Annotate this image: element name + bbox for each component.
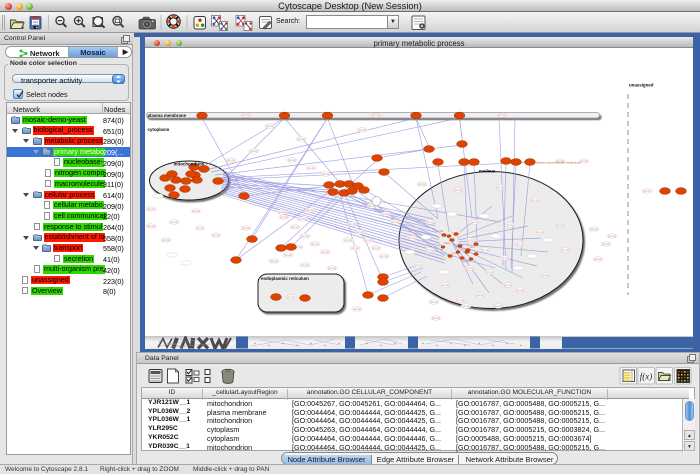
svg-text:[xx xx]: [xx xx] xyxy=(344,239,351,242)
svg-text:[xx xx]: [xx xx] xyxy=(284,254,291,257)
svg-text:unassigned: unassigned xyxy=(629,83,654,88)
svg-text:nucleus: nucleus xyxy=(479,169,496,174)
svg-text:cellular macromolecule metabol: cellular macromolecule metabolic pr xyxy=(536,160,581,164)
svg-text:[xx xx]: [xx xx] xyxy=(456,299,463,302)
svg-text:[xx xx]: [xx xx] xyxy=(471,221,478,224)
svg-text:[xx xx]: [xx xx] xyxy=(481,249,488,252)
svg-text:[xx xx]: [xx xx] xyxy=(356,231,363,234)
svg-text:plasma membrane: plasma membrane xyxy=(148,113,187,118)
svg-text:[xx xx]: [xx xx] xyxy=(372,114,379,117)
svg-text:[xx xx]: [xx xx] xyxy=(426,221,433,224)
svg-text:[xx xx]: [xx xx] xyxy=(372,247,379,250)
svg-text:[xx xx]: [xx xx] xyxy=(602,243,609,246)
svg-text:[xx xx]: [xx xx] xyxy=(147,225,154,228)
svg-text:xx-x: xx-x xyxy=(470,246,475,249)
svg-text:[xx xx]: [xx xx] xyxy=(496,186,503,189)
svg-text:[xx xx]: [xx xx] xyxy=(380,255,387,258)
svg-text:[xx xx]: [xx xx] xyxy=(541,274,548,277)
svg-text:[xx xx]: [xx xx] xyxy=(250,150,257,153)
svg-text:[xx xx]: [xx xx] xyxy=(498,114,505,117)
svg-text:endoplasmic reticulum: endoplasmic reticulum xyxy=(261,276,309,281)
svg-text:[xx xx]: [xx xx] xyxy=(516,243,523,246)
svg-text:[xx xx]: [xx xx] xyxy=(590,228,597,231)
svg-text:[xx xx]: [xx xx] xyxy=(430,301,437,304)
svg-text:[xx xx]: [xx xx] xyxy=(531,199,538,202)
svg-text:f(x): f(x) xyxy=(640,372,653,382)
svg-text:[xx xx]: [xx xx] xyxy=(212,234,219,237)
svg-text:[xx xx]: [xx xx] xyxy=(301,264,308,267)
svg-text:[xx xx]: [xx xx] xyxy=(426,249,433,252)
svg-text:[xx xx]: [xx xx] xyxy=(391,221,398,224)
svg-text:[xx xx]: [xx xx] xyxy=(408,237,415,240)
svg-text:mitochondrion: mitochondrion xyxy=(174,162,205,167)
svg-text:[xx xx]: [xx xx] xyxy=(242,114,249,117)
svg-text:[xx xx]: [xx xx] xyxy=(311,243,318,246)
svg-text:[xx xx]: [xx xx] xyxy=(288,159,295,162)
svg-text:[xx xx]: [xx xx] xyxy=(162,239,169,242)
svg-text:[xx xx]: [xx xx] xyxy=(306,209,313,212)
svg-text:[xx xx]: [xx xx] xyxy=(476,294,483,297)
svg-text:[xx xx]: [xx xx] xyxy=(494,305,501,308)
svg-text:[xx xx]: [xx xx] xyxy=(506,224,513,227)
svg-text:[xx xx]: [xx xx] xyxy=(516,289,523,292)
svg-text:[xx xx]: [xx xx] xyxy=(382,213,389,216)
svg-text:cytoplasm: cytoplasm xyxy=(148,127,170,132)
svg-text:[xx xx]: [xx xx] xyxy=(418,183,425,186)
svg-text:[xx xx]: [xx xx] xyxy=(297,138,304,141)
svg-text:[xx xx]: [xx xx] xyxy=(242,227,249,230)
svg-text:[xx xx]: [xx xx] xyxy=(147,208,154,211)
svg-text:[xx xx]: [xx xx] xyxy=(454,189,461,192)
svg-text:[xx xx]: [xx xx] xyxy=(414,264,421,267)
svg-text:[xx xx]: [xx xx] xyxy=(556,224,563,227)
svg-text:[xx xx]: [xx xx] xyxy=(643,190,650,193)
svg-text:xxx-xx: xxx-xx xyxy=(462,260,470,263)
svg-text:[xx xx]: [xx xx] xyxy=(278,211,285,214)
svg-text:[xx xx]: [xx xx] xyxy=(298,218,305,221)
svg-text:[xx xx]: [xx xx] xyxy=(280,216,287,219)
svg-text:[xx xx]: [xx xx] xyxy=(227,159,234,162)
svg-text:[xx xx]: [xx xx] xyxy=(441,284,448,287)
svg-text:[xx xx]: [xx xx] xyxy=(486,271,493,274)
svg-text:xx-xxx: xx-xxx xyxy=(436,230,444,233)
svg-text:[xx xx]: [xx xx] xyxy=(580,160,587,163)
svg-text:[xx xx]: [xx xx] xyxy=(466,239,473,242)
svg-text:[xx xx]: [xx xx] xyxy=(561,249,568,252)
svg-text:[xx xx]: [xx xx] xyxy=(301,235,308,238)
svg-text:[xx xx]: [xx xx] xyxy=(196,227,203,230)
svg-text:[xx xx]: [xx xx] xyxy=(266,125,273,128)
svg-text:[xx xx]: [xx xx] xyxy=(501,257,508,260)
svg-text:[xx xx]: [xx xx] xyxy=(307,167,314,170)
svg-text:[xx xx]: [xx xx] xyxy=(270,260,277,263)
svg-text:[xx xx]: [xx xx] xyxy=(594,258,601,261)
svg-text:xxx-x: xxx-x xyxy=(444,242,451,245)
svg-text:[xx xx]: [xx xx] xyxy=(328,267,335,270)
svg-text:[xx xx]: [xx xx] xyxy=(608,235,615,238)
svg-text:[xx xx]: [xx xx] xyxy=(322,173,329,176)
svg-text:[xx xx]: [xx xx] xyxy=(348,223,355,226)
svg-text:[xx xx]: [xx xx] xyxy=(192,210,199,213)
svg-text:[xx xx]: [xx xx] xyxy=(358,129,365,132)
svg-text:[xx xx]: [xx xx] xyxy=(504,284,511,287)
svg-text:[xx xx]: [xx xx] xyxy=(321,251,328,254)
svg-text:[xx xx]: [xx xx] xyxy=(351,247,358,250)
svg-text:[xx xx]: [xx xx] xyxy=(291,226,298,229)
svg-text:[xx xx]: [xx xx] xyxy=(364,239,371,242)
svg-text:[xx xx]: [xx xx] xyxy=(536,231,543,234)
svg-text:[xx xx]: [xx xx] xyxy=(353,308,360,311)
svg-text:[xx xx]: [xx xx] xyxy=(170,221,177,224)
svg-text:[xx xx]: [xx xx] xyxy=(432,317,439,320)
svg-text:[xx xx]: [xx xx] xyxy=(287,296,294,299)
svg-text:[xx xx]: [xx xx] xyxy=(462,305,469,308)
svg-text:[xx xx]: [xx xx] xyxy=(466,267,473,270)
svg-text:xx-xx: xx-xx xyxy=(452,252,459,255)
